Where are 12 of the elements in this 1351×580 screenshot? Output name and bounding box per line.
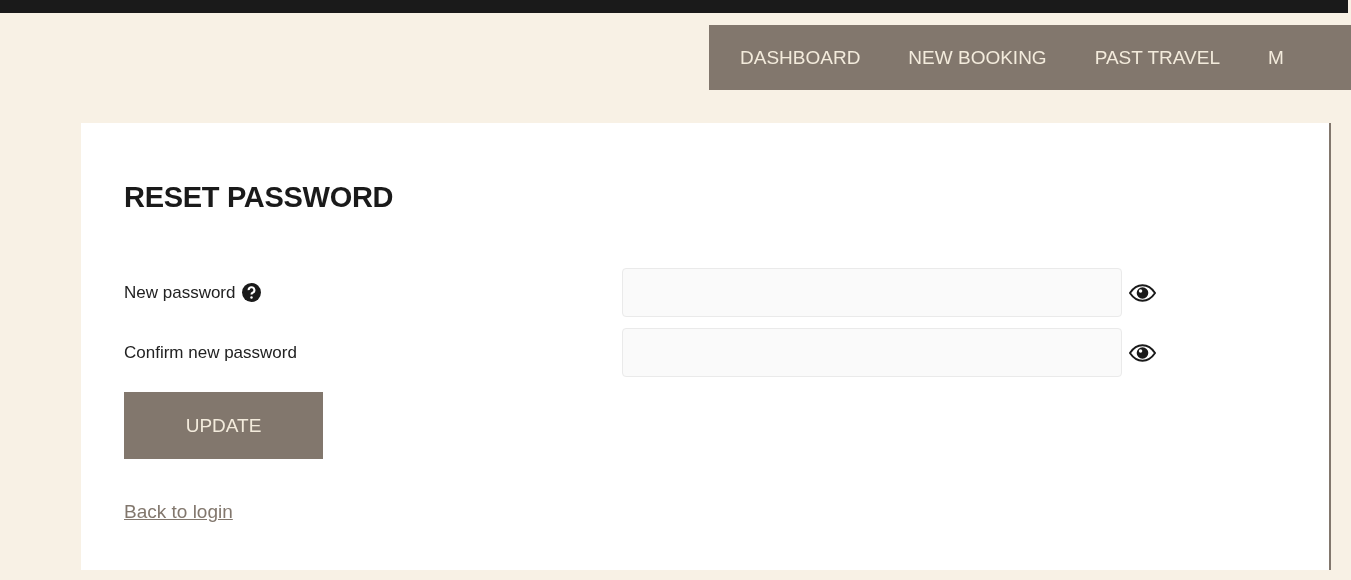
nav-link[interactable]: PAST TRAVEL — [1094, 46, 1220, 69]
nav-link[interactable]: NEW BOOKING — [908, 46, 1047, 69]
eye-icon[interactable] — [1129, 343, 1156, 362]
field-label: New password — [124, 282, 236, 303]
page-title: RESET PASSWORD — [124, 181, 395, 214]
back-to-login-link[interactable]: Back to login — [124, 501, 233, 523]
nav-link[interactable]: M — [1267, 46, 1284, 69]
nav-link[interactable]: DASHBOARD — [740, 46, 861, 69]
help-icon[interactable] — [241, 283, 261, 302]
eye-icon[interactable] — [1129, 283, 1156, 302]
update-button[interactable]: UPDATE — [124, 392, 323, 459]
field-label: Confirm new password — [124, 342, 297, 363]
